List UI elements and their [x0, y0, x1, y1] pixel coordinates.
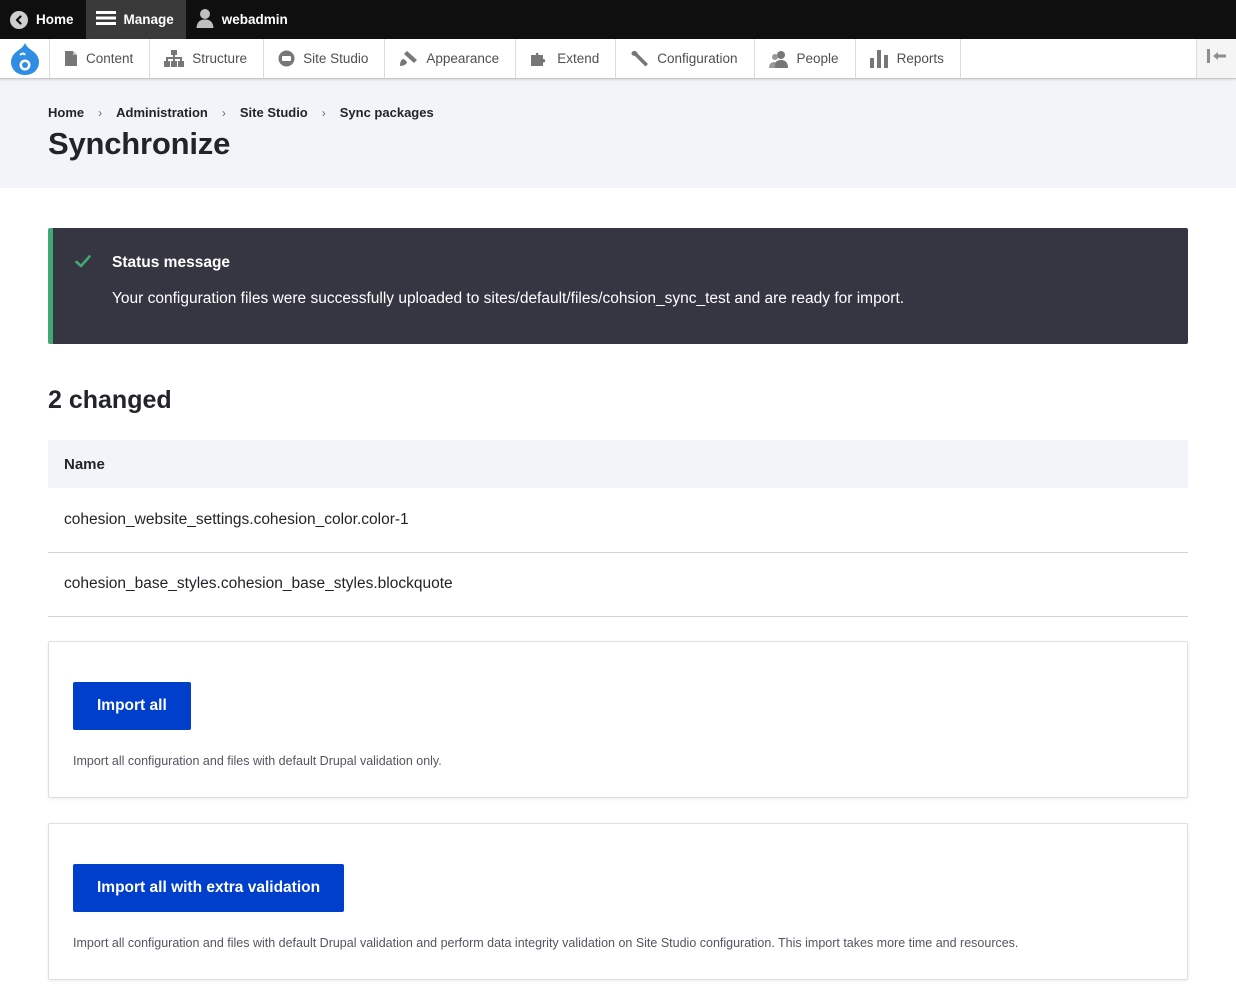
- drupal-logo-icon[interactable]: [0, 39, 50, 78]
- import-extra-validation-description: Import all configuration and files with …: [73, 935, 1019, 950]
- checkmark-icon: [75, 255, 91, 273]
- status-title: Status message: [112, 254, 231, 271]
- tray-item-label: Site Studio: [303, 51, 369, 66]
- import-all-extra-validation-button[interactable]: Import all with extra validation: [73, 863, 345, 912]
- user-icon: [196, 8, 214, 31]
- file-icon: [64, 50, 78, 67]
- tray-item-reports[interactable]: Reports: [856, 39, 961, 78]
- admin-toolbar: Home Manage webadmin: [0, 0, 1236, 39]
- status-message: Status message Your configuration files …: [48, 228, 1188, 344]
- tray-item-people[interactable]: People: [755, 39, 856, 78]
- toolbar-manage-label: Manage: [123, 12, 174, 27]
- breadcrumb-administration[interactable]: Administration: [116, 105, 208, 120]
- tray-item-label: Configuration: [657, 51, 738, 66]
- toolbar-user-label: webadmin: [221, 12, 288, 27]
- tray-item-label: Content: [86, 51, 134, 66]
- table-row: cohesion_base_styles.cohesion_base_style…: [48, 552, 1188, 617]
- hamburger-icon: [95, 10, 116, 29]
- breadcrumb-site-studio[interactable]: Site Studio: [240, 105, 308, 120]
- breadcrumb-sync-packages[interactable]: Sync packages: [340, 105, 434, 120]
- main-content: Status message Your configuration files …: [0, 188, 1236, 980]
- tray-item-configuration[interactable]: Configuration: [616, 39, 755, 78]
- tray-item-content[interactable]: Content: [50, 39, 151, 78]
- tray-item-label: Structure: [192, 51, 248, 66]
- changes-table: Name cohesion_website_settings.cohesion_…: [48, 440, 1188, 617]
- site-studio-icon: [278, 50, 295, 67]
- admin-menu-tray: Content Structure Site Studio Appearance…: [0, 39, 1236, 79]
- tray-item-structure[interactable]: Structure: [150, 39, 265, 78]
- breadcrumb-separator: ›: [321, 105, 326, 120]
- breadcrumb-separator: ›: [98, 105, 103, 120]
- config-name-cell: cohesion_base_styles.cohesion_base_style…: [48, 552, 1188, 617]
- config-name-cell: cohesion_website_settings.cohesion_color…: [48, 488, 1188, 553]
- status-text: Your configuration files were successful…: [112, 290, 905, 307]
- breadcrumb-separator: ›: [221, 105, 226, 120]
- import-all-button[interactable]: Import all: [73, 681, 191, 730]
- collapse-left-icon: [1206, 49, 1227, 68]
- page-title: Synchronize: [48, 126, 231, 161]
- tray-item-label: Reports: [896, 51, 944, 66]
- tray-item-site-studio[interactable]: Site Studio: [264, 39, 386, 78]
- paintbrush-icon: [399, 50, 418, 67]
- toolbar-manage-tab[interactable]: Manage: [85, 0, 186, 39]
- breadcrumb: Home › Administration › Site Studio › Sy…: [48, 105, 1188, 120]
- bar-chart-icon: [869, 49, 889, 68]
- import-all-card: Import all Import all configuration and …: [48, 640, 1188, 798]
- import-extra-validation-card: Import all with extra validation Import …: [48, 822, 1188, 980]
- tray-item-label: Extend: [557, 51, 600, 66]
- toolbar-home-label: Home: [36, 12, 74, 27]
- tray-item-appearance[interactable]: Appearance: [385, 39, 517, 78]
- toolbar-user-tab[interactable]: webadmin: [186, 0, 300, 39]
- tray-orientation-toggle[interactable]: [1196, 39, 1236, 78]
- table-row: cohesion_website_settings.cohesion_color…: [48, 488, 1188, 553]
- changed-heading: 2 changed: [48, 386, 172, 414]
- puzzle-icon: [530, 50, 549, 67]
- column-header-name: Name: [48, 440, 1188, 488]
- import-all-description: Import all configuration and files with …: [73, 753, 442, 768]
- back-arrow-icon: [10, 10, 28, 29]
- toolbar-home-link[interactable]: Home: [0, 0, 86, 39]
- page-header: Home › Administration › Site Studio › Sy…: [0, 79, 1236, 188]
- people-icon: [768, 50, 789, 68]
- tray-item-label: Appearance: [426, 51, 500, 66]
- table-header-row: Name: [48, 440, 1188, 488]
- tray-item-extend[interactable]: Extend: [516, 39, 617, 78]
- sitemap-icon: [164, 50, 185, 67]
- wrench-icon: [630, 50, 649, 68]
- tray-item-label: People: [796, 51, 839, 66]
- breadcrumb-home[interactable]: Home: [48, 105, 84, 120]
